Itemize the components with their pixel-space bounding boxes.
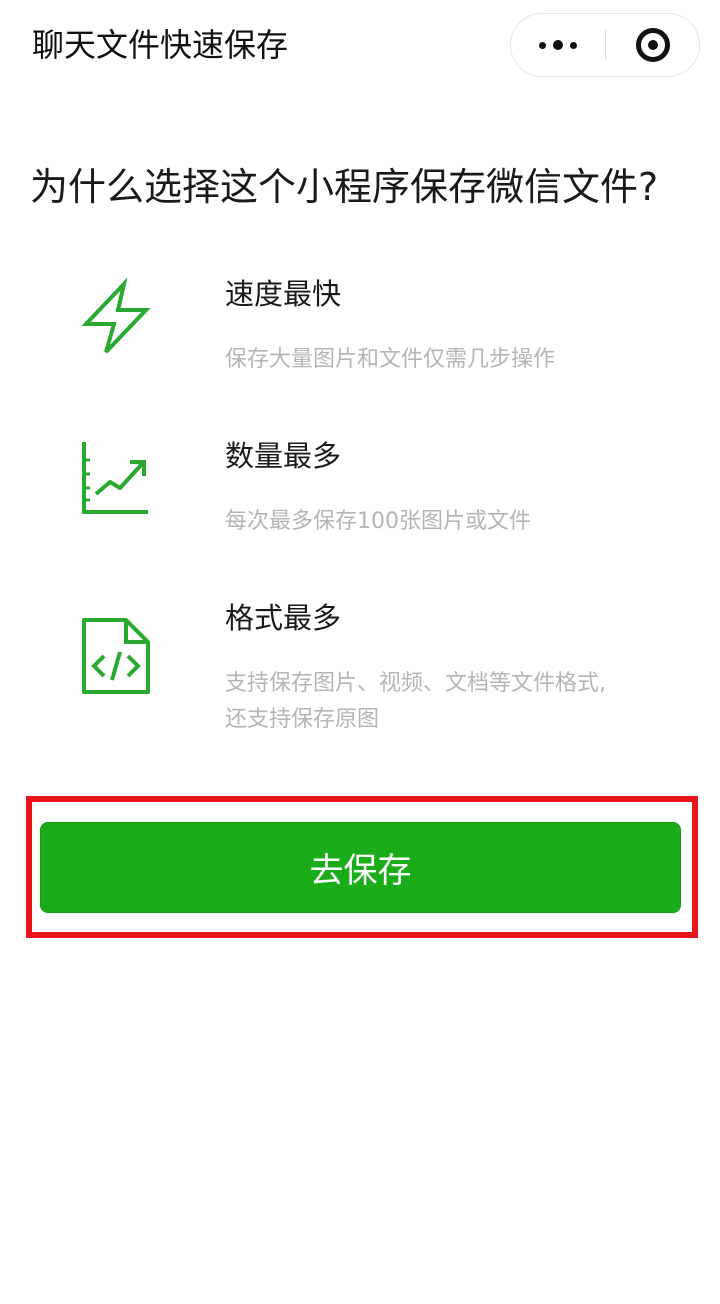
save-button[interactable]: 去保存 — [40, 822, 681, 913]
page-title: 聊天文件快速保存 — [32, 26, 289, 64]
lightning-icon — [81, 278, 151, 354]
more-button[interactable] — [511, 14, 605, 76]
feature-title: 速度最快 — [225, 277, 342, 311]
feature-desc: 每次最多保存100张图片或文件 — [225, 509, 531, 534]
more-dots-icon — [539, 40, 577, 50]
capsule-menu — [510, 13, 700, 77]
growth-chart-icon — [82, 442, 148, 514]
nav-bar: 聊天文件快速保存 — [0, 0, 720, 92]
code-file-icon — [82, 618, 150, 694]
feature-desc: 支持保存图片、视频、文档等文件格式,还支持保存原图 — [225, 671, 606, 732]
headline: 为什么选择这个小程序保存微信文件? — [30, 165, 659, 209]
close-ring-icon — [636, 28, 670, 62]
feature-desc: 保存大量图片和文件仅需几步操作 — [225, 347, 556, 372]
close-button[interactable] — [606, 14, 700, 76]
feature-title: 数量最多 — [225, 439, 342, 473]
feature-title: 格式最多 — [225, 601, 342, 635]
features-list: 速度最快 保存大量图片和文件仅需几步操作 数量最多 每次最多保存100张图片或文… — [44, 248, 676, 768]
